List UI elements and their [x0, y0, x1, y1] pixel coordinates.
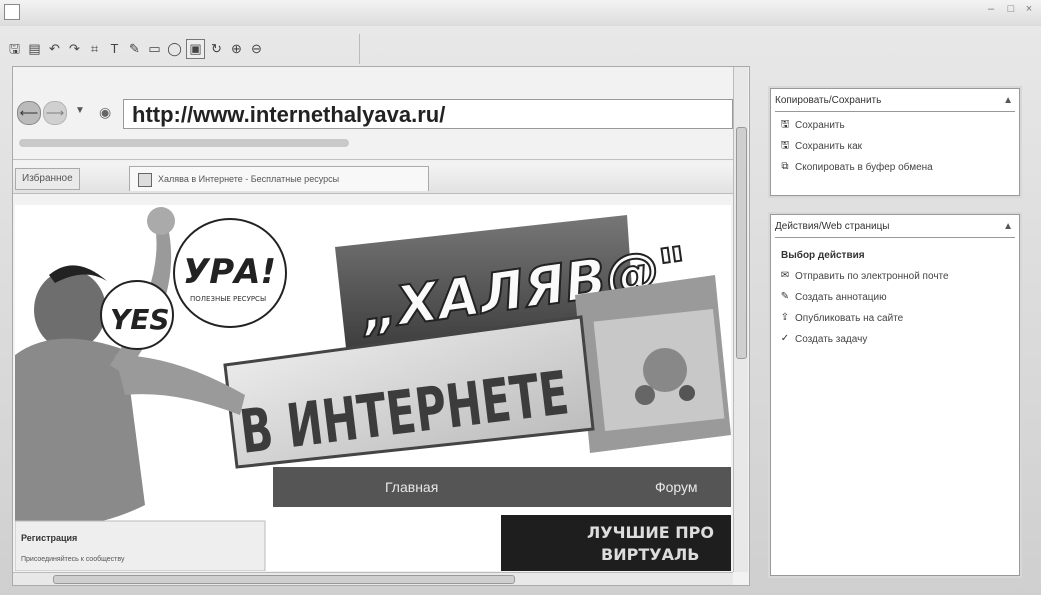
annotation-icon: ✎ — [780, 291, 790, 302]
redo-icon[interactable]: ↷ — [66, 40, 83, 58]
panel-item-label: Сохранить — [795, 120, 845, 131]
panel-item[interactable]: ✓ Создать задачу — [771, 328, 1019, 349]
panel-item[interactable]: 🖫 Сохранить как — [771, 135, 1019, 156]
raised-hand — [147, 207, 175, 235]
undo-icon[interactable]: ↶ — [46, 40, 63, 58]
chevron-down-icon[interactable]: ▼ — [75, 105, 85, 116]
panel-item[interactable]: ⇪ Опубликовать на сайте — [771, 307, 1019, 328]
side-box-title: Регистрация — [21, 533, 77, 543]
ura-text: УРА! — [183, 252, 276, 292]
panel-item-label: Опубликовать на сайте — [795, 313, 904, 324]
favorites-bar: Избранное Халява в Интернете - Бесплатны… — [13, 163, 733, 194]
panel-item[interactable]: ⧉ Скопировать в буфер обмена — [771, 156, 1019, 177]
panel-item[interactable]: 🖫 Сохранить — [771, 114, 1019, 135]
scroll-thumb[interactable] — [53, 575, 515, 584]
vertical-scrollbar[interactable] — [733, 67, 748, 572]
web-page-content: „ХАЛЯВ@" В ИНТЕРНЕТЕ YES УРА! ПОЛЕЗНЫЕ Р… — [15, 205, 731, 571]
close-button[interactable]: × — [1022, 4, 1036, 15]
panel-item-label: Скопировать в буфер обмена — [795, 162, 933, 173]
minimize-button[interactable]: – — [984, 4, 998, 15]
zoom-in-icon[interactable]: ⊕ — [228, 40, 245, 58]
save-panel: Копировать/Сохранить ▲ 🖫 Сохранить 🖫 Сохран… — [770, 88, 1020, 196]
tab-favicon-icon — [138, 172, 152, 187]
task-icon: ✓ — [780, 333, 790, 344]
panel-item[interactable]: ✉ Отправить по электронной почте — [771, 265, 1019, 286]
gift-icon — [643, 348, 687, 392]
yes-text: YES — [110, 303, 170, 336]
scroll-thumb[interactable] — [736, 127, 747, 359]
rectangle-icon[interactable]: ▭ — [146, 40, 163, 58]
text-icon[interactable]: T — [106, 40, 123, 58]
nav-main-link[interactable]: Главная — [385, 479, 438, 495]
url-text: http://www.internethalyava.ru/ — [132, 102, 446, 127]
horizontal-scrollbar[interactable] — [13, 572, 733, 585]
email-icon: ✉ — [780, 270, 790, 281]
save-as-icon: 🖫 — [780, 140, 790, 151]
title-bar: – □ × — [0, 0, 1041, 26]
promo-line-2: ВИРТУАЛЬ — [601, 545, 699, 564]
app-icon — [4, 4, 20, 20]
forward-button[interactable]: ⟶ — [43, 101, 67, 125]
maximize-button[interactable]: □ — [1004, 4, 1018, 15]
ura-subtext: ПОЛЕЗНЫЕ РЕСУРСЫ — [190, 295, 266, 303]
save-icon[interactable]: 🖫 — [6, 40, 23, 58]
zoom-out-icon[interactable]: ⊖ — [248, 40, 265, 58]
side-box-text: Присоединяйтесь к сообществу — [21, 555, 125, 563]
clipboard-icon: ⧉ — [781, 161, 789, 172]
panel-header[interactable]: Копировать/Сохранить ▲ — [775, 91, 1015, 112]
capture-toolbar: 🖫 ▤ ↶ ↷ ⌗ T ✎ ▭ ◯ ▣ ↻ ⊕ ⊖ — [0, 34, 360, 64]
page-icon: ◉ — [99, 104, 112, 120]
captured-browser-window: ⟵ ⟶ ▼ ◉ http://www.internethalyava.ru/ И… — [12, 66, 750, 586]
chevron-up-icon[interactable]: ▲ — [1003, 217, 1013, 237]
side-box — [15, 520, 266, 571]
address-row: ⟵ ⟶ ▼ ◉ http://www.internethalyava.ru/ — [13, 95, 733, 129]
nav-forum-link[interactable]: Форум — [655, 479, 698, 495]
browser-tab[interactable]: Халява в Интернете - Бесплатные ресурсы — [129, 166, 429, 191]
save-icon: 🖫 — [780, 119, 790, 130]
panel-item-label: Отправить по электронной почте — [795, 271, 949, 282]
site-banner: „ХАЛЯВ@" В ИНТЕРНЕТЕ YES УРА! ПОЛЕЗНЫЕ Р… — [15, 205, 731, 571]
ellipse-icon[interactable]: ◯ — [166, 40, 183, 58]
panel-subtitle: Выбор действия — [781, 250, 865, 261]
open-icon[interactable]: ▤ — [26, 40, 43, 58]
app-window: – □ × 🖫 ▤ ↶ ↷ ⌗ T ✎ ▭ ◯ ▣ ↻ ⊕ ⊖ ⟵ ⟶ ▼ ◉ http://www.i… — [0, 0, 1041, 595]
panel-item[interactable]: ✎ Создать аннотацию — [771, 286, 1019, 307]
favorites-button[interactable]: Избранное — [15, 168, 80, 190]
crop-icon[interactable]: ⌗ — [86, 40, 103, 58]
panel-item-label: Создать задачу — [795, 334, 868, 345]
tab-title: Халява в Интернете - Бесплатные ресурсы — [158, 174, 340, 184]
menu-bar[interactable] — [19, 139, 349, 147]
address-bar[interactable]: http://www.internethalyava.ru/ — [123, 99, 733, 129]
panel-header[interactable]: Действия/Web страницы ▲ — [775, 217, 1015, 238]
actions-panel: Действия/Web страницы ▲ Выбор действия ✉… — [770, 214, 1020, 576]
publish-icon: ⇪ — [780, 312, 790, 323]
promo-line-1: ЛУЧШИЕ ПРО — [587, 523, 714, 542]
panel-item-label: Создать аннотацию — [795, 292, 887, 303]
pen-icon[interactable]: ✎ — [126, 40, 143, 58]
panel-item-label: Сохранить как — [795, 141, 863, 152]
panel-title: Копировать/Сохранить — [775, 95, 882, 106]
panel-title: Действия/Web страницы — [775, 221, 890, 232]
refresh-icon[interactable]: ↻ — [208, 40, 225, 58]
chevron-up-icon[interactable]: ▲ — [1003, 91, 1013, 111]
back-button[interactable]: ⟵ — [17, 101, 41, 125]
person-head — [34, 270, 106, 350]
select-icon[interactable]: ▣ — [186, 39, 205, 59]
